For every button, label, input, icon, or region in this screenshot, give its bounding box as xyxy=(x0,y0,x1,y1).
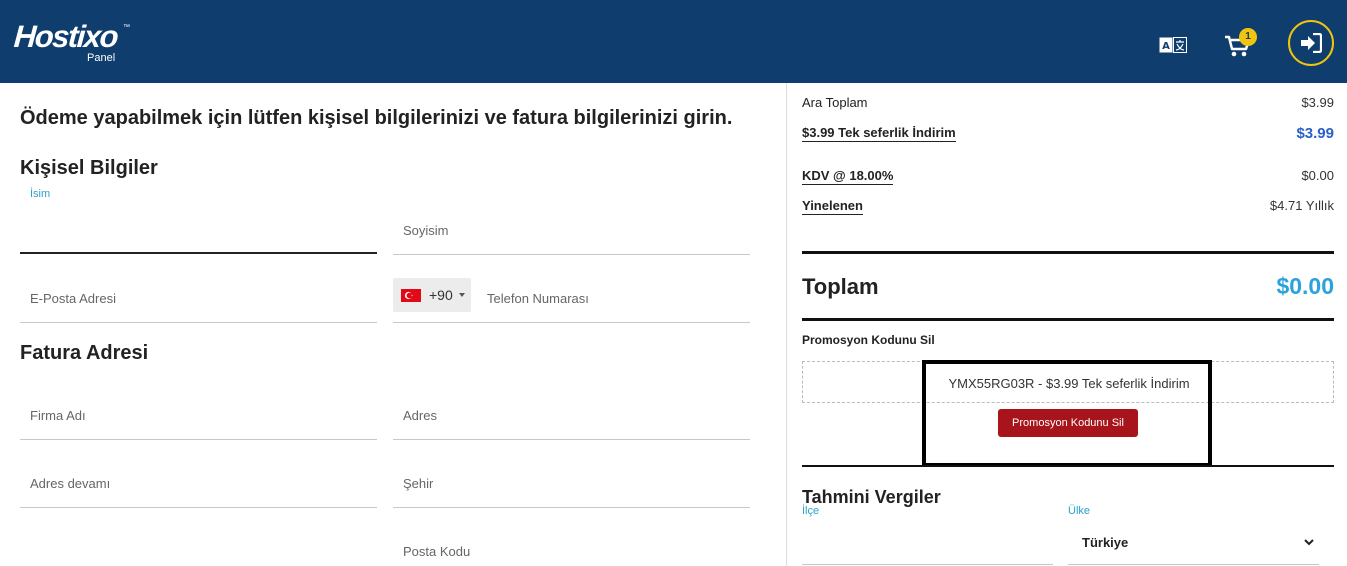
discount-value: $3.99 xyxy=(1296,125,1334,142)
login-button[interactable] xyxy=(1288,20,1334,66)
postcode-placeholder: Posta Kodu xyxy=(403,544,471,559)
column-divider xyxy=(786,83,787,566)
subtotal-value: $3.99 xyxy=(1301,95,1334,110)
address2-input[interactable] xyxy=(20,507,377,508)
address2-placeholder: Adres devamı xyxy=(30,476,111,491)
phone-placeholder: Telefon Numarası xyxy=(487,291,589,306)
summary-divider-top xyxy=(802,251,1334,254)
recurring-label[interactable]: Yinelenen xyxy=(802,198,863,215)
caret-down-icon xyxy=(459,293,465,297)
turkey-flag-icon xyxy=(401,289,421,302)
logo-text: Hostixo xyxy=(12,19,119,54)
highlight-annotation-box xyxy=(922,360,1212,467)
logo-subtitle: Panel xyxy=(87,52,116,64)
chevron-down-icon[interactable] xyxy=(1303,536,1315,548)
phone-dial-code: +90 xyxy=(429,287,453,303)
cart-count-badge: 1 xyxy=(1239,28,1257,46)
district-label: İlçe xyxy=(802,505,820,517)
last-name-input[interactable] xyxy=(393,254,750,255)
promo-title: Promosyon Kodunu Sil xyxy=(802,333,935,347)
tax-value: $0.00 xyxy=(1301,168,1334,183)
logo-trademark: ™ xyxy=(123,24,130,31)
address-input[interactable] xyxy=(393,439,750,440)
phone-input[interactable] xyxy=(393,322,750,323)
tax-label[interactable]: KDV @ 18.00% xyxy=(802,168,894,185)
district-input[interactable] xyxy=(802,564,1053,565)
first-name-label: İsim xyxy=(30,188,51,200)
city-input[interactable] xyxy=(393,507,750,508)
checkout-intro: Ödeme yapabilmek için lütfen kişisel bil… xyxy=(20,107,733,129)
company-input[interactable] xyxy=(20,439,377,440)
total-label: Toplam xyxy=(802,274,879,299)
phone-country-select[interactable]: +90 xyxy=(393,278,471,312)
billing-address-title: Fatura Adresi xyxy=(20,342,149,364)
top-header: Hostixo ™ Panel A 1 xyxy=(0,0,1347,83)
address-placeholder: Adres xyxy=(403,408,437,423)
svg-text:A: A xyxy=(1162,41,1170,52)
total-value: $0.00 xyxy=(1276,273,1334,299)
city-placeholder: Şehir xyxy=(403,476,434,491)
taxes-divider xyxy=(802,465,1334,467)
company-placeholder: Firma Adı xyxy=(30,408,86,423)
first-name-input[interactable] xyxy=(20,252,377,254)
personal-info-title: Kişisel Bilgiler xyxy=(20,157,158,179)
login-icon xyxy=(1301,33,1322,53)
estimated-taxes-title: Tahmini Vergiler xyxy=(802,487,941,507)
recurring-value: $4.71 Yıllık xyxy=(1269,198,1334,213)
country-label: Ülke xyxy=(1068,505,1091,517)
logo[interactable]: Hostixo ™ Panel xyxy=(12,19,130,64)
language-icon[interactable]: A xyxy=(1159,37,1187,53)
last-name-placeholder: Soyisim xyxy=(403,223,449,238)
subtotal-label: Ara Toplam xyxy=(802,95,868,110)
summary-divider-bottom xyxy=(802,318,1334,321)
discount-label[interactable]: $3.99 Tek seferlik İndirim xyxy=(802,125,956,142)
country-field-line xyxy=(1068,564,1319,565)
email-input[interactable] xyxy=(20,322,377,323)
email-placeholder: E-Posta Adresi xyxy=(30,291,116,306)
country-select[interactable]: Türkiye xyxy=(1082,535,1128,550)
